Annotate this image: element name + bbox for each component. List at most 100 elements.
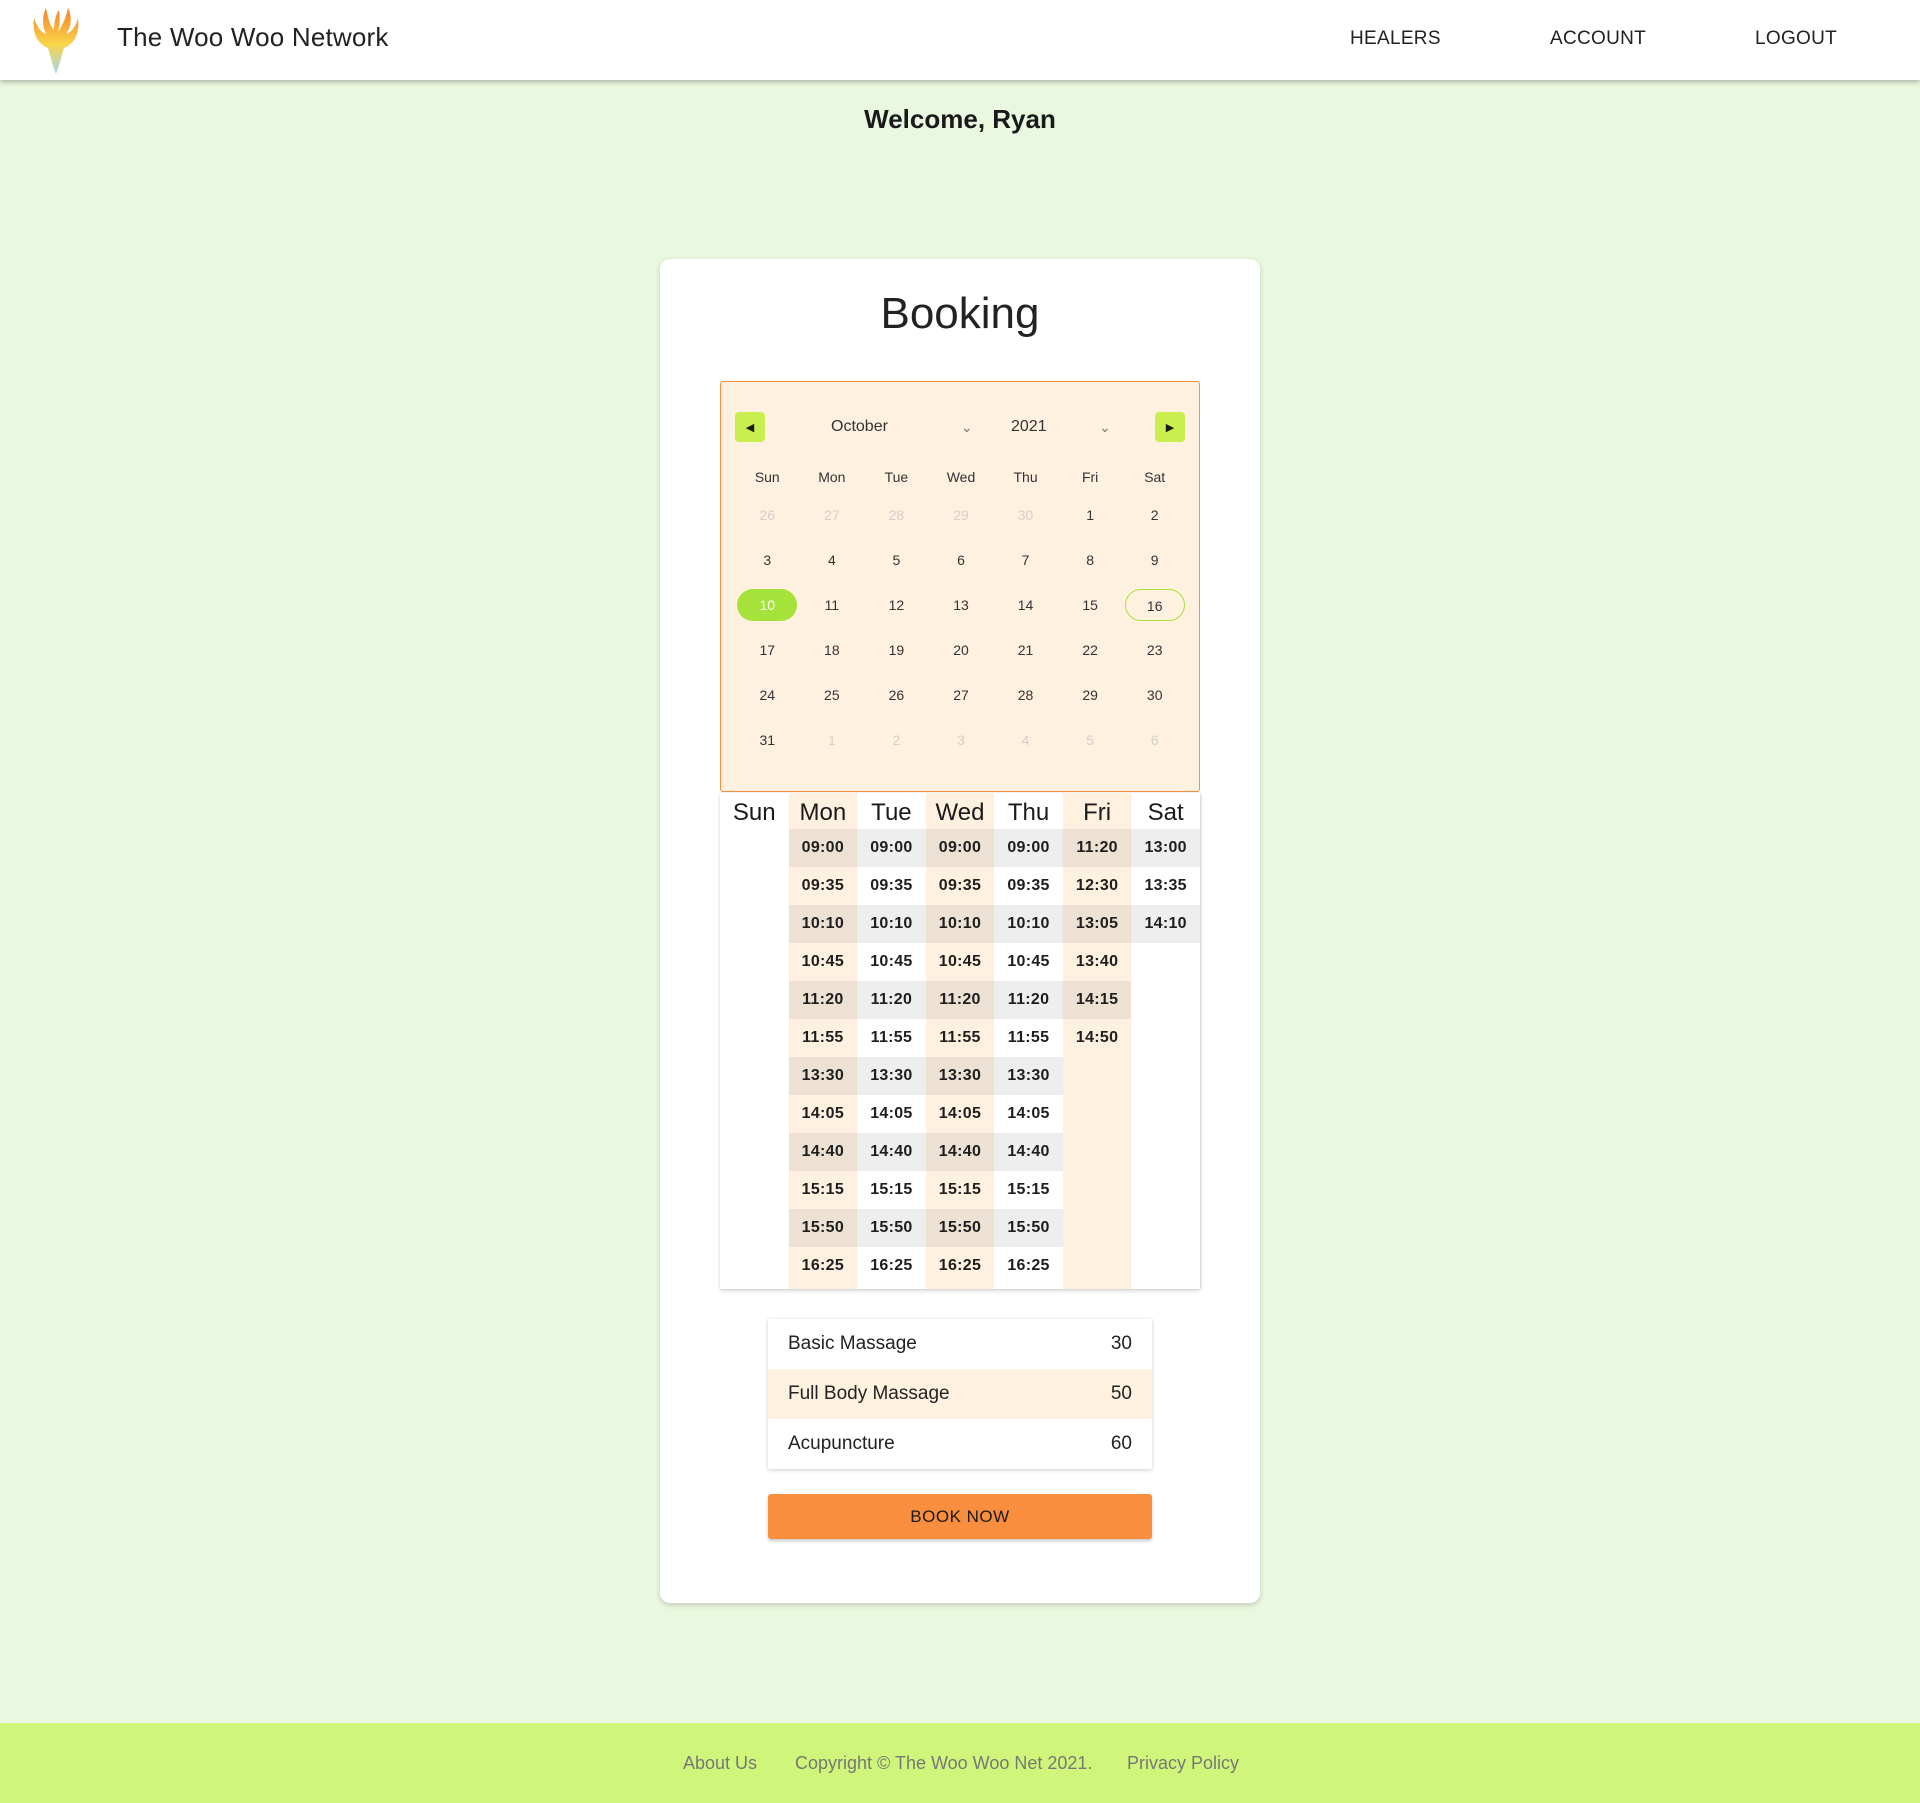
calendar-day[interactable]: 28 [993, 672, 1058, 717]
time-slot[interactable]: 09:00 [857, 829, 926, 867]
time-slot[interactable]: 09:35 [789, 867, 858, 905]
service-option[interactable]: Basic Massage 30 [768, 1319, 1152, 1369]
service-option[interactable]: Full Body Massage 50 [768, 1369, 1152, 1419]
calendar-day[interactable]: 23 [1122, 627, 1187, 672]
time-slot[interactable]: 13:00 [1131, 829, 1200, 867]
time-slot[interactable]: 11:20 [994, 981, 1063, 1019]
time-slot[interactable]: 10:45 [926, 943, 995, 981]
nav-healers-link[interactable]: HEALERS [1350, 28, 1441, 50]
time-slot[interactable]: 16:25 [789, 1247, 858, 1285]
time-slot[interactable]: 10:45 [994, 943, 1063, 981]
calendar-day[interactable]: 11 [800, 582, 865, 627]
time-slot[interactable]: 09:00 [788, 829, 858, 867]
time-slot[interactable]: 11:20 [857, 981, 926, 1019]
time-slot[interactable]: 09:00 [994, 829, 1063, 867]
calendar-day[interactable]: 1 [1058, 492, 1123, 537]
calendar-day[interactable]: 1 [800, 717, 865, 762]
time-slot[interactable]: 14:10 [1131, 905, 1200, 943]
nav-logout-link[interactable]: LOGOUT [1755, 28, 1837, 50]
calendar-day[interactable]: 21 [993, 627, 1058, 672]
calendar-day[interactable]: 29 [1058, 672, 1123, 717]
calendar-day[interactable]: 3 [929, 717, 994, 762]
calendar-day[interactable]: 28 [864, 492, 929, 537]
calendar-day[interactable]: 4 [993, 717, 1058, 762]
time-slot[interactable]: 14:40 [994, 1133, 1063, 1171]
calendar-day[interactable]: 19 [864, 627, 929, 672]
time-slot[interactable]: 14:05 [926, 1095, 995, 1133]
time-slot[interactable]: 14:40 [925, 1133, 995, 1171]
time-slot[interactable]: 13:30 [994, 1057, 1063, 1095]
time-slot[interactable]: 14:15 [1062, 981, 1132, 1019]
calendar-day[interactable]: 26 [735, 492, 800, 537]
calendar-day[interactable]: 30 [993, 492, 1058, 537]
time-slot[interactable]: 14:05 [994, 1095, 1063, 1133]
time-slot[interactable]: 11:20 [1062, 829, 1132, 867]
calendar-day[interactable]: 27 [800, 492, 865, 537]
time-slot[interactable]: 11:55 [926, 1019, 995, 1057]
service-option[interactable]: Acupuncture 60 [768, 1419, 1152, 1469]
previous-month-button[interactable]: ◀ [735, 412, 765, 442]
footer-privacy-link[interactable]: Privacy Policy [1127, 1753, 1239, 1774]
phoenix-logo-icon[interactable] [28, 4, 84, 76]
calendar-day[interactable]: 15 [1058, 582, 1123, 627]
calendar-day[interactable]: 2 [1122, 492, 1187, 537]
calendar-day[interactable]: 2 [864, 717, 929, 762]
time-slot[interactable]: 09:35 [926, 867, 995, 905]
time-slot[interactable]: 11:20 [788, 981, 858, 1019]
calendar-day[interactable]: 5 [864, 537, 929, 582]
footer-about-link[interactable]: About Us [683, 1753, 757, 1774]
time-slot[interactable]: 10:45 [857, 943, 926, 981]
time-slot[interactable]: 13:05 [1062, 905, 1132, 943]
calendar-day[interactable]: 24 [735, 672, 800, 717]
time-slot[interactable]: 15:50 [788, 1209, 858, 1247]
time-slot[interactable]: 14:50 [1063, 1019, 1132, 1057]
calendar-day[interactable]: 22 [1058, 627, 1123, 672]
calendar-day[interactable]: 8 [1058, 537, 1123, 582]
time-slot[interactable]: 15:50 [925, 1209, 995, 1247]
calendar-day[interactable]: 18 [800, 627, 865, 672]
calendar-day[interactable]: 7 [993, 537, 1058, 582]
time-slot[interactable]: 12:30 [1063, 867, 1132, 905]
calendar-day[interactable]: 25 [800, 672, 865, 717]
time-slot[interactable]: 15:50 [994, 1209, 1063, 1247]
time-slot[interactable]: 15:15 [926, 1171, 995, 1209]
time-slot[interactable]: 11:20 [925, 981, 995, 1019]
calendar-day[interactable]: 26 [864, 672, 929, 717]
calendar-day[interactable]: 14 [993, 582, 1058, 627]
next-month-button[interactable]: ▶ [1155, 412, 1185, 442]
time-slot[interactable]: 16:25 [926, 1247, 995, 1285]
calendar-day[interactable]: 4 [800, 537, 865, 582]
calendar-day[interactable]: 27 [929, 672, 994, 717]
calendar-day[interactable]: 6 [1122, 717, 1187, 762]
time-slot[interactable]: 16:25 [857, 1247, 926, 1285]
time-slot[interactable]: 10:10 [925, 905, 995, 943]
month-select[interactable]: October ⌄ [831, 412, 981, 442]
time-slot[interactable]: 14:40 [857, 1133, 926, 1171]
time-slot[interactable]: 13:35 [1131, 867, 1200, 905]
time-slot[interactable]: 11:55 [789, 1019, 858, 1057]
calendar-day[interactable]: 16 [1122, 582, 1187, 627]
time-slot[interactable]: 10:10 [857, 905, 926, 943]
time-slot[interactable]: 15:15 [857, 1171, 926, 1209]
calendar-day[interactable]: 5 [1058, 717, 1123, 762]
nav-account-link[interactable]: ACCOUNT [1550, 28, 1646, 50]
time-slot[interactable]: 10:45 [789, 943, 858, 981]
calendar-day[interactable]: 12 [864, 582, 929, 627]
time-slot[interactable]: 10:10 [994, 905, 1063, 943]
time-slot[interactable]: 09:00 [925, 829, 995, 867]
calendar-day[interactable]: 20 [929, 627, 994, 672]
time-slot[interactable]: 14:05 [789, 1095, 858, 1133]
calendar-day[interactable]: 3 [735, 537, 800, 582]
time-slot[interactable]: 11:55 [994, 1019, 1063, 1057]
calendar-day[interactable]: 10 [735, 582, 800, 627]
calendar-day[interactable]: 29 [929, 492, 994, 537]
time-slot[interactable]: 15:15 [789, 1171, 858, 1209]
time-slot[interactable]: 13:30 [857, 1057, 926, 1095]
time-slot[interactable]: 13:30 [925, 1057, 995, 1095]
time-slot[interactable]: 10:10 [788, 905, 858, 943]
calendar-day[interactable]: 6 [929, 537, 994, 582]
time-slot[interactable]: 16:25 [994, 1247, 1063, 1285]
book-now-button[interactable]: BOOK NOW [768, 1494, 1152, 1539]
brand-name[interactable]: The Woo Woo Network [117, 22, 389, 53]
time-slot[interactable]: 09:35 [994, 867, 1063, 905]
